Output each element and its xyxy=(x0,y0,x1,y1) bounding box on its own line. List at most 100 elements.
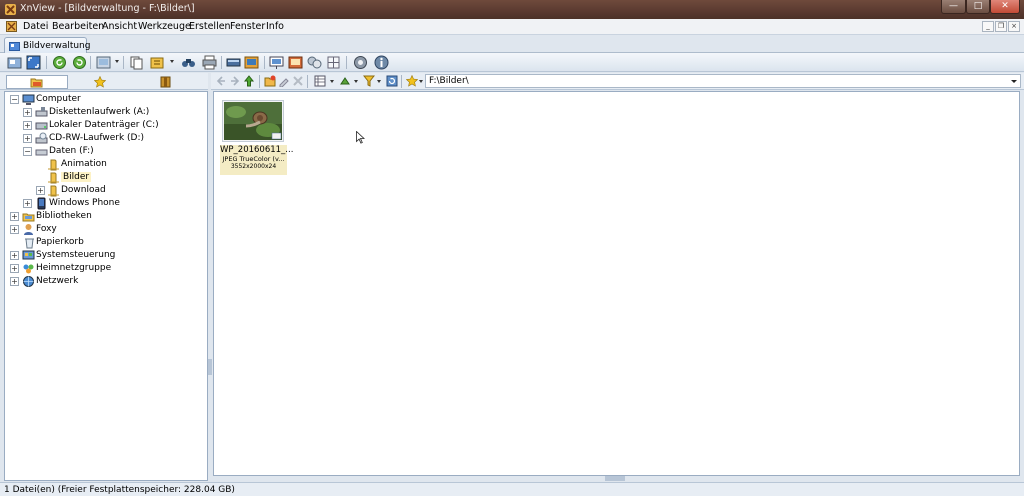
contact-sheet-icon[interactable] xyxy=(307,55,322,70)
capture-icon[interactable] xyxy=(244,55,259,70)
tab-categories[interactable] xyxy=(136,75,198,89)
tab-favorites[interactable] xyxy=(70,75,132,89)
file-type: JPEG TrueColor (v... xyxy=(222,155,285,163)
tree-item-control-panel[interactable]: + Systemsteuerung xyxy=(10,249,200,262)
tree-item-local-disk[interactable]: + Lokaler Datenträger (C:) xyxy=(23,119,203,132)
expand-toggle[interactable]: + xyxy=(10,264,19,273)
menu-werkzeuge[interactable]: Werkzeuge xyxy=(138,21,191,32)
rotate-left-icon[interactable] xyxy=(52,55,67,70)
tree-label: Foxy xyxy=(36,224,57,234)
web-page-icon[interactable] xyxy=(288,55,303,70)
batch-icon[interactable] xyxy=(150,55,165,70)
menu-fenster[interactable]: Fenster xyxy=(230,21,265,32)
tree-label: Computer xyxy=(36,94,81,104)
forward-arrow-icon[interactable] xyxy=(229,75,241,87)
menu-bearbeiten[interactable]: Bearbeiten xyxy=(52,21,104,32)
toolbar-separator xyxy=(90,56,91,69)
bookmark-dropdown-arrow[interactable] xyxy=(419,80,423,83)
collapse-toggle[interactable]: − xyxy=(23,147,32,156)
menu-ansicht[interactable]: Ansicht xyxy=(102,21,137,32)
scanner-icon[interactable] xyxy=(226,55,241,70)
expand-toggle[interactable]: + xyxy=(36,186,45,195)
tab-folders[interactable] xyxy=(6,75,68,89)
expand-toggle[interactable]: + xyxy=(23,121,32,130)
open-browser-icon[interactable] xyxy=(7,55,22,70)
file-list-area[interactable]: WP_20160611_... JPEG TrueColor (v... 355… xyxy=(213,91,1020,476)
expand-toggle[interactable]: + xyxy=(10,225,19,234)
minimize-button[interactable]: — xyxy=(941,0,966,14)
rotate-right-icon[interactable] xyxy=(72,55,87,70)
menu-erstellen[interactable]: Erstellen xyxy=(189,21,231,32)
refresh-icon[interactable] xyxy=(386,75,398,87)
expand-toggle[interactable]: + xyxy=(23,108,32,117)
menu-info[interactable]: Info xyxy=(266,21,284,32)
folders-icon xyxy=(30,78,43,88)
mdi-close-button[interactable]: × xyxy=(1008,21,1020,32)
preview-splitter-handle[interactable] xyxy=(605,476,625,481)
print-icon[interactable] xyxy=(202,55,217,70)
mdi-restore-button[interactable]: ❐ xyxy=(995,21,1007,32)
rename-icon[interactable] xyxy=(278,75,290,87)
folder-tree[interactable]: − Computer + Diskettenlaufwerk (A:) + Lo… xyxy=(4,91,208,481)
tab-bildverwaltung[interactable]: Bildverwaltung xyxy=(4,37,90,53)
star-bookmark-icon[interactable] xyxy=(406,75,418,87)
preview-splitter[interactable] xyxy=(213,476,1020,481)
tree-item-foxy[interactable]: + Foxy xyxy=(10,223,200,236)
collapse-toggle[interactable]: − xyxy=(10,95,19,104)
panel-splitter[interactable] xyxy=(208,91,212,481)
tree-label: Lokaler Datenträger (C:) xyxy=(49,120,159,130)
menu-datei[interactable]: Datei xyxy=(23,21,48,32)
tree-item-computer[interactable]: − Computer xyxy=(10,93,200,106)
sort-dropdown-arrow[interactable] xyxy=(354,80,358,83)
view-mode-icon[interactable] xyxy=(314,75,326,87)
tree-item-floppy[interactable]: + Diskettenlaufwerk (A:) xyxy=(23,106,203,119)
expand-toggle[interactable]: + xyxy=(23,134,32,143)
filter-icon[interactable] xyxy=(363,75,375,87)
new-folder-icon[interactable] xyxy=(264,75,276,87)
back-arrow-icon[interactable] xyxy=(215,75,227,87)
tree-item-data-drive[interactable]: − Daten (F:) xyxy=(23,145,203,158)
tree-item-windows-phone[interactable]: + Windows Phone xyxy=(23,197,203,210)
expand-toggle[interactable]: + xyxy=(10,251,19,260)
address-bar[interactable]: F:\Bilder\ xyxy=(425,74,1021,88)
expand-toggle[interactable]: + xyxy=(10,212,19,221)
tree-item-animation[interactable]: Animation xyxy=(47,158,197,171)
address-dropdown-arrow[interactable] xyxy=(1011,80,1017,83)
tree-label: Diskettenlaufwerk (A:) xyxy=(49,107,150,117)
batch-dropdown-arrow[interactable] xyxy=(170,60,174,63)
maximize-button[interactable]: □ xyxy=(966,0,990,14)
binoculars-icon[interactable] xyxy=(181,55,196,70)
tree-item-recycle-bin[interactable]: Papierkorb xyxy=(23,236,203,249)
info-icon[interactable] xyxy=(374,55,389,70)
tree-item-cdrw[interactable]: + CD-RW-Laufwerk (D:) xyxy=(23,132,203,145)
up-folder-icon[interactable] xyxy=(243,75,255,87)
view-mode-dropdown-arrow[interactable] xyxy=(330,80,334,83)
thumbnail-image xyxy=(224,102,282,140)
splitter-collapse-handle[interactable] xyxy=(208,359,212,375)
tree-item-download[interactable]: + Download xyxy=(36,184,196,197)
delete-icon[interactable] xyxy=(292,75,304,87)
filter-dropdown-arrow[interactable] xyxy=(377,80,381,83)
file-name: WP_20160611_... xyxy=(220,145,294,155)
tree-item-homegroup[interactable]: + Heimnetzgruppe xyxy=(10,262,200,275)
thumbnail-item[interactable]: WP_20160611_... JPEG TrueColor (v... 355… xyxy=(220,100,294,175)
star-favorite-icon xyxy=(94,76,106,88)
mdi-minimize-button[interactable]: _ xyxy=(982,21,994,32)
expand-toggle[interactable]: + xyxy=(10,277,19,286)
expand-toggle[interactable]: + xyxy=(23,199,32,208)
grid-view-icon[interactable] xyxy=(326,55,341,70)
tree-item-bilder[interactable]: Bilder xyxy=(47,171,197,184)
fullscreen-icon[interactable] xyxy=(26,55,41,70)
tree-item-network[interactable]: + Netzwerk xyxy=(10,275,200,288)
tree-item-libraries[interactable]: + Bibliotheken xyxy=(10,210,200,223)
user-folder-icon xyxy=(24,224,33,235)
document-menu-icon[interactable] xyxy=(6,21,17,32)
copy-icon[interactable] xyxy=(129,55,144,70)
close-button[interactable]: ✕ xyxy=(990,0,1020,14)
settings-gear-icon[interactable] xyxy=(353,55,368,70)
convert-icon[interactable] xyxy=(96,55,111,70)
slideshow-icon[interactable] xyxy=(269,55,284,70)
toolbar-separator xyxy=(307,75,308,88)
convert-dropdown-arrow[interactable] xyxy=(115,60,119,63)
sort-icon[interactable] xyxy=(339,75,351,87)
